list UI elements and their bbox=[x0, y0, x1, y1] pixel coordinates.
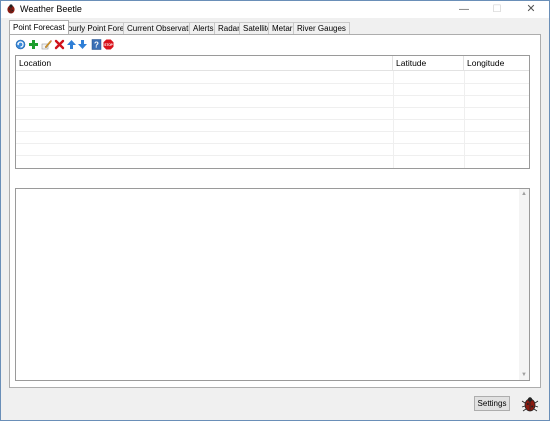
help-icon[interactable]: ? bbox=[91, 39, 102, 50]
beetle-logo-icon bbox=[521, 397, 539, 412]
row-line bbox=[16, 119, 529, 120]
point-forecast-panel: ? STOP Location Latitude Longitude ▲ ▼ bbox=[9, 34, 541, 388]
tab-point-forecast[interactable]: Point Forecast bbox=[9, 20, 69, 34]
tab-strip: Point Forecast Hourly Point Forecast Cur… bbox=[9, 20, 539, 34]
row-line bbox=[16, 83, 529, 84]
row-line bbox=[16, 131, 529, 132]
stop-icon[interactable]: STOP bbox=[103, 39, 114, 50]
beetle-app-icon bbox=[7, 4, 15, 14]
forecast-text-area[interactable]: ▲ ▼ bbox=[15, 188, 530, 381]
delete-icon[interactable] bbox=[54, 39, 65, 50]
move-down-icon[interactable] bbox=[77, 39, 88, 50]
column-header-latitude[interactable]: Latitude bbox=[393, 56, 464, 70]
window-title: Weather Beetle bbox=[20, 4, 82, 14]
row-line bbox=[16, 95, 529, 96]
help-icon-glyph: ? bbox=[94, 41, 99, 50]
main-window: Weather Beetle — ☐ ✕ Point Forecast Hour… bbox=[0, 0, 550, 421]
edit-icon[interactable] bbox=[41, 39, 52, 50]
refresh-icon[interactable] bbox=[15, 39, 26, 50]
title-bar[interactable]: Weather Beetle — ☐ ✕ bbox=[1, 1, 549, 18]
column-header-location[interactable]: Location bbox=[16, 56, 393, 70]
tab-river-gauges[interactable]: River Gauges bbox=[293, 22, 350, 34]
add-icon[interactable] bbox=[28, 39, 39, 50]
column-header-longitude[interactable]: Longitude bbox=[464, 56, 529, 70]
row-line bbox=[16, 107, 529, 108]
row-line bbox=[16, 155, 529, 156]
table-header: Location Latitude Longitude bbox=[16, 56, 529, 71]
close-button[interactable]: ✕ bbox=[519, 1, 543, 18]
vertical-scrollbar[interactable]: ▲ ▼ bbox=[519, 189, 529, 380]
locations-table[interactable]: Location Latitude Longitude bbox=[15, 55, 530, 169]
settings-button[interactable]: Settings bbox=[474, 396, 510, 411]
scroll-up-arrow-icon[interactable]: ▲ bbox=[519, 189, 529, 199]
move-up-icon[interactable] bbox=[66, 39, 77, 50]
stop-icon-label: STOP bbox=[104, 43, 113, 47]
minimize-button[interactable]: — bbox=[452, 1, 476, 18]
scroll-down-arrow-icon[interactable]: ▼ bbox=[519, 370, 529, 380]
row-line bbox=[16, 143, 529, 144]
maximize-button[interactable]: ☐ bbox=[485, 1, 509, 18]
